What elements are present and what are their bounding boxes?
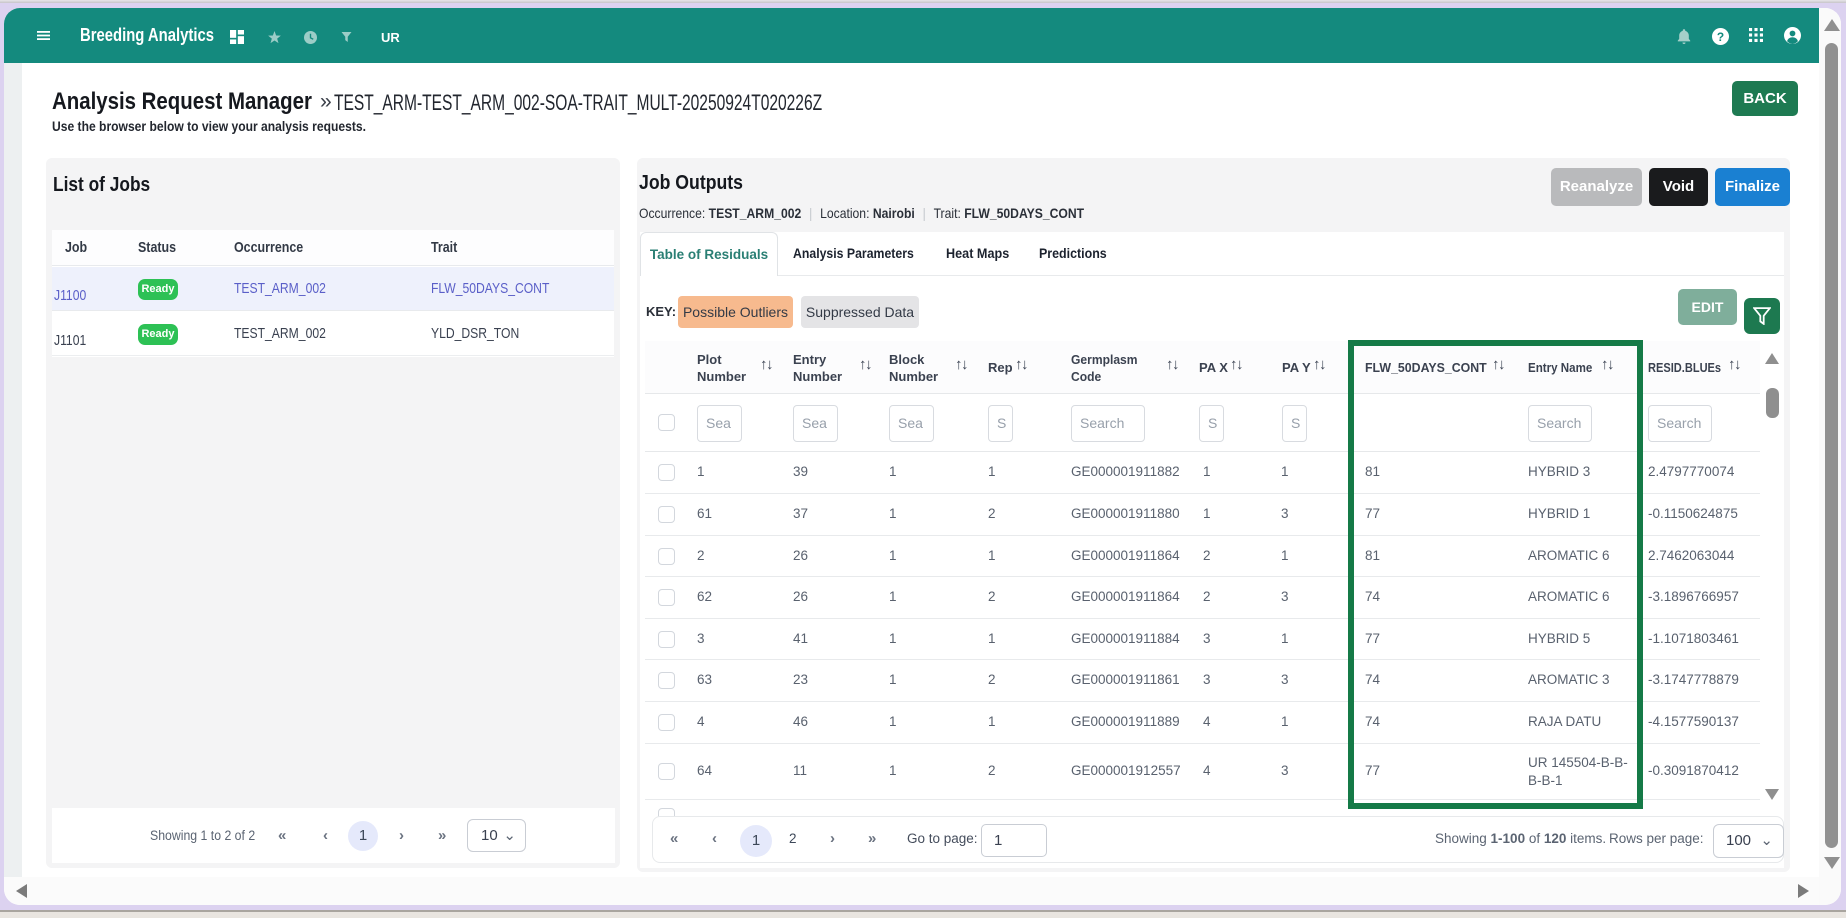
svg-text:?: ? [1717,30,1724,44]
